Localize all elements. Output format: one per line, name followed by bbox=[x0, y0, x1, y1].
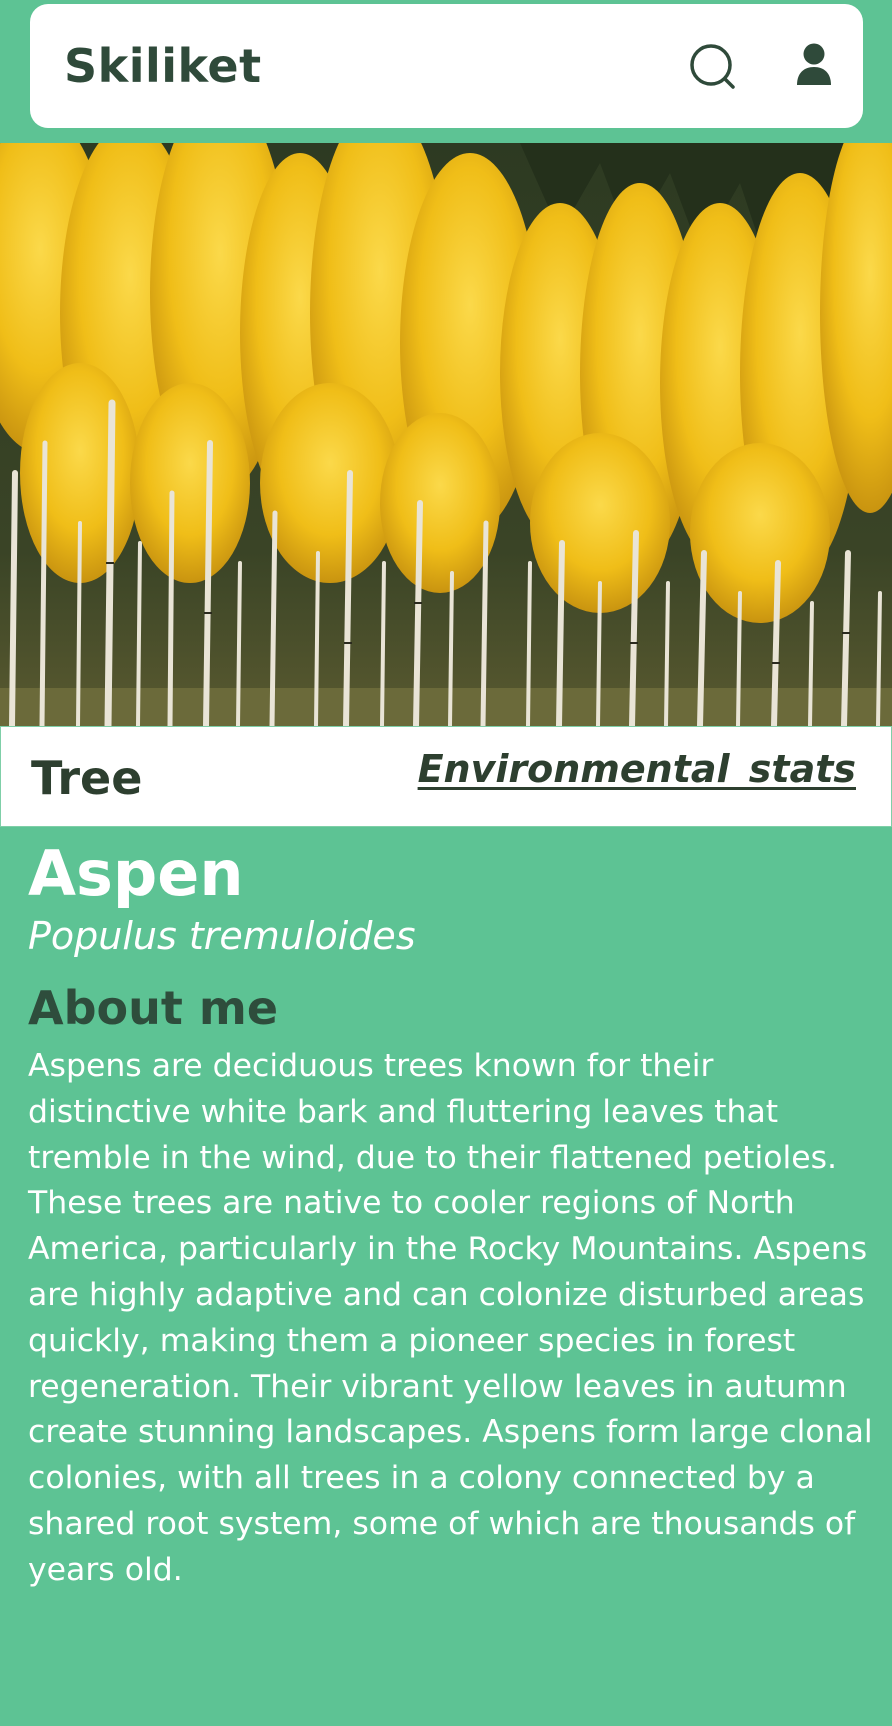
search-icon bbox=[690, 44, 735, 89]
plant-type-bar: Tree Environmental stats bbox=[0, 726, 892, 827]
about-description: Aspens are deciduous trees known for the… bbox=[28, 1048, 873, 1588]
scientific-name: Populus tremuloides bbox=[28, 914, 416, 958]
about-heading: About me bbox=[28, 981, 279, 1035]
hero-image bbox=[0, 143, 892, 726]
search-button[interactable] bbox=[688, 42, 738, 92]
top-app-bar: Skiliket bbox=[30, 4, 863, 128]
user-icon bbox=[797, 43, 831, 85]
common-name: Aspen bbox=[28, 837, 244, 910]
plant-details: Aspen Populus tremuloides About me Aspen… bbox=[28, 836, 873, 1594]
aspen-forest-photo bbox=[0, 143, 892, 726]
plant-type-label: Tree bbox=[31, 751, 143, 805]
profile-button[interactable] bbox=[796, 42, 846, 92]
app-title: Skiliket bbox=[64, 39, 262, 93]
environmental-stats-link[interactable]: Environmental stats bbox=[418, 747, 856, 791]
